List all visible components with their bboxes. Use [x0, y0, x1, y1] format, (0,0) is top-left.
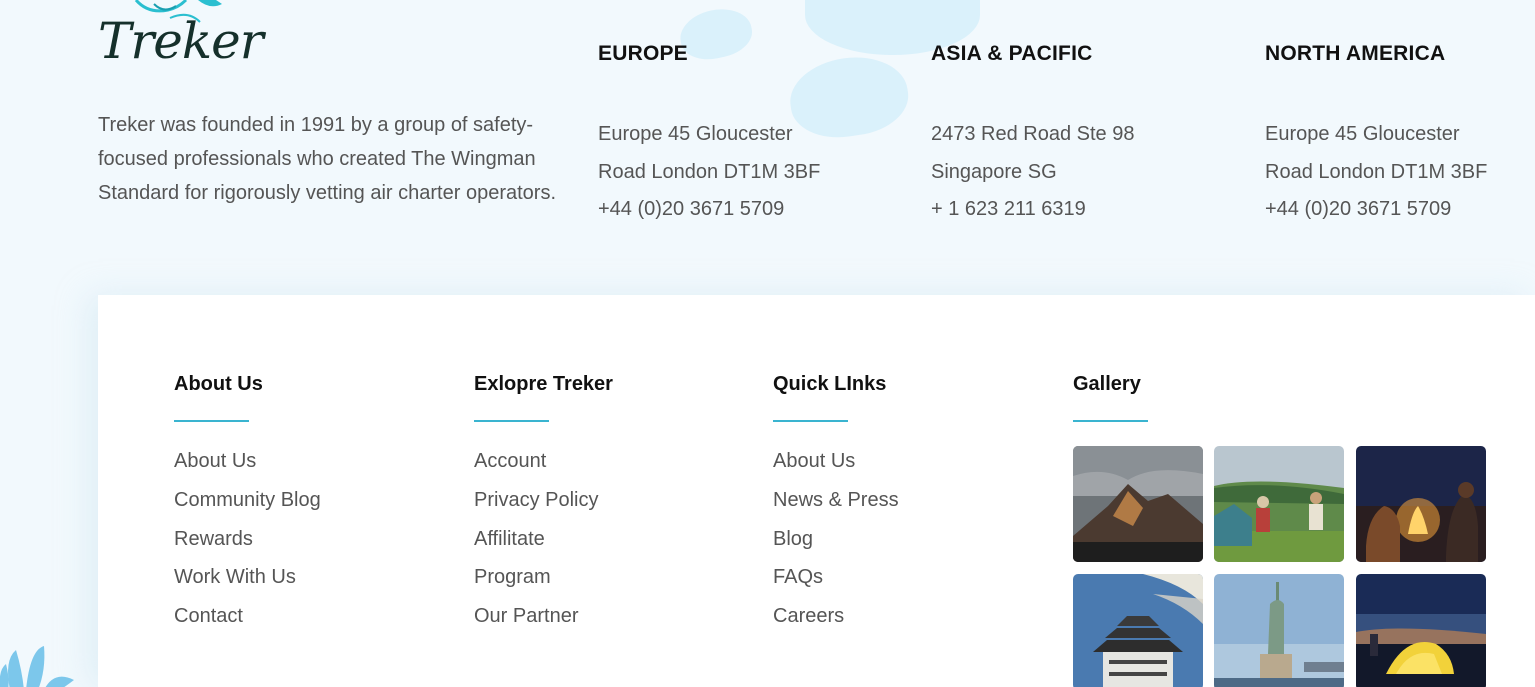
column-quick-links: Quick LInks About Us News & Press Blog F… [773, 370, 899, 636]
column-heading: About Us [174, 373, 263, 395]
footer-link[interactable]: About Us [174, 442, 321, 481]
footer-link[interactable]: News & Press [773, 481, 899, 520]
office-title: NORTH AMERICA [1265, 42, 1446, 65]
campfire-night-photo[interactable] [1356, 446, 1486, 562]
column-heading: Exlopre Treker [474, 373, 613, 395]
office-address-line: Europe 45 Gloucester [1265, 123, 1460, 145]
office-address-line: Singapore SG [931, 160, 1057, 183]
office-north-america: NORTH AMERICA Europe 45 Gloucester Road … [1265, 38, 1535, 229]
office-address-line: 2473 Red Road Ste 98 [931, 123, 1135, 145]
column-gallery: Gallery [1073, 370, 1148, 442]
heading-underline [773, 420, 848, 422]
office-title: EUROPE [598, 42, 688, 65]
office-asia-pacific: ASIA & PACIFIC 2473 Red Road Ste 98 Sing… [931, 38, 1201, 229]
column-explore-treker: Exlopre Treker Account Privacy Policy Af… [474, 370, 613, 636]
mountain-peak-photo[interactable] [1073, 446, 1203, 562]
footer-link[interactable]: Account [474, 442, 613, 481]
footer-link[interactable]: Careers [773, 597, 899, 636]
footer-link[interactable]: Work With Us [174, 558, 321, 597]
office-address-line: Europe 45 Gloucester [598, 123, 793, 145]
office-address-line: Road London DT1M 3BF [1265, 160, 1488, 183]
column-about-us: About Us About Us Community Blog Rewards… [174, 370, 321, 636]
statue-of-liberty-photo[interactable] [1214, 574, 1344, 687]
footer-link[interactable]: Blog [773, 520, 899, 559]
office-europe: EUROPE Europe 45 Gloucester Road London … [598, 38, 868, 229]
column-heading: Quick LInks [773, 373, 887, 395]
office-phone[interactable]: +44 (0)20 3671 5709 [598, 191, 868, 229]
footer-link[interactable]: Community Blog [174, 481, 321, 520]
footer-link[interactable]: FAQs [773, 558, 899, 597]
japanese-castle-photo[interactable] [1073, 574, 1203, 687]
footer-link[interactable]: Contact [174, 597, 321, 636]
footer-link[interactable]: Our Partner [474, 597, 613, 636]
treker-logo[interactable]: Treker [98, 0, 268, 75]
footer-top: Treker Treker was founded in 1991 by a g… [0, 0, 1535, 295]
office-phone[interactable]: +44 (0)20 3671 5709 [1265, 191, 1535, 229]
about-description: Treker was founded in 1991 by a group of… [98, 114, 556, 204]
column-heading: Gallery [1073, 373, 1141, 395]
office-phone[interactable]: + 1 623 211 6319 [931, 191, 1201, 229]
footer-link[interactable]: Privacy Policy [474, 481, 613, 520]
footer-link[interactable]: About Us [773, 442, 899, 481]
heading-underline [474, 420, 549, 422]
camping-picnic-photo[interactable] [1214, 446, 1344, 562]
tent-at-dusk-photo[interactable] [1356, 574, 1486, 687]
footer-links-card: About Us About Us Community Blog Rewards… [98, 295, 1535, 687]
footer-link[interactable]: Rewards [174, 520, 321, 559]
office-address-line: Road London DT1M 3BF [598, 160, 821, 183]
footer-link[interactable]: Program [474, 558, 613, 597]
heading-underline [1073, 420, 1148, 422]
heading-underline [174, 420, 249, 422]
logo-wordmark: Treker [98, 12, 264, 70]
decorative-splash [0, 646, 74, 687]
office-title: ASIA & PACIFIC [931, 42, 1093, 65]
footer-link[interactable]: Affilitate [474, 520, 613, 559]
